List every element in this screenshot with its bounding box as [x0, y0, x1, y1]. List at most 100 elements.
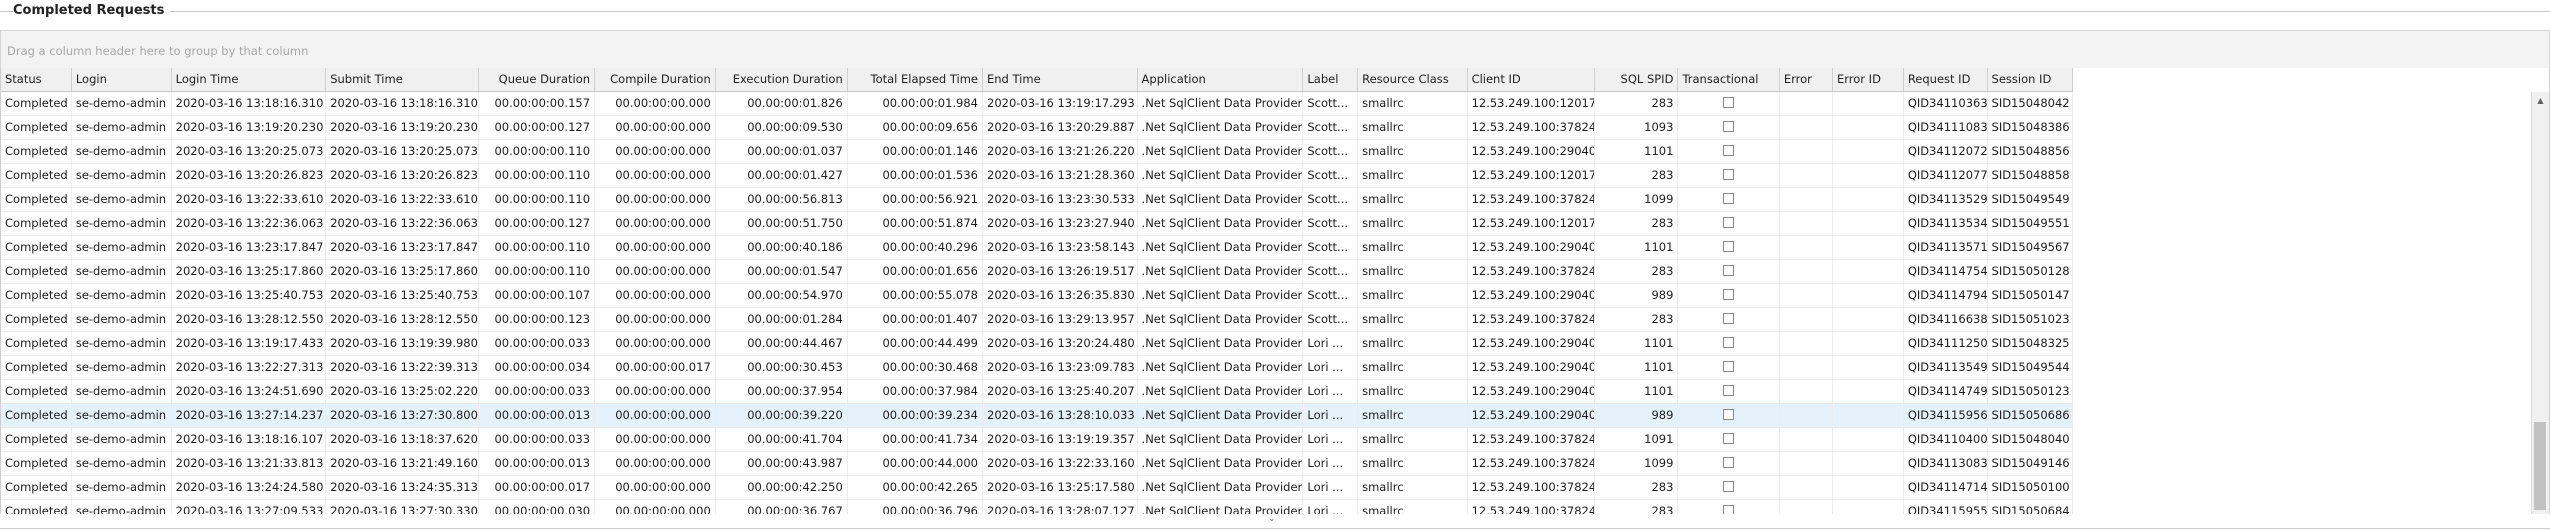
table-row[interactable]: Completed se-demo-admin 2020-03-16 13:22:3…	[1, 188, 2073, 212]
cell-resource-class: smallrc	[1358, 380, 1468, 403]
table-row[interactable]: Completed se-demo-admin 2020-03-16 13:20:2…	[1, 164, 2073, 188]
cell-end-time: 2020-03-16 13:22:33.160	[983, 452, 1138, 475]
column-header-transactional[interactable]: Transactional	[1678, 68, 1780, 91]
cell-login-time: 2020-03-16 13:18:16.310	[172, 92, 327, 115]
cell-queue-duration: 00.00:00:00.013	[479, 404, 596, 427]
cell-status: Completed	[1, 332, 72, 355]
transactional-checkbox[interactable]	[1723, 312, 1735, 324]
cell-error	[1780, 140, 1833, 163]
cell-total-elapsed-time: 00.00:00:41.734	[848, 428, 983, 451]
column-header-label[interactable]: Label	[1303, 68, 1359, 91]
transactional-checkbox[interactable]	[1723, 120, 1735, 132]
cell-login: se-demo-admin	[72, 476, 172, 499]
transactional-checkbox[interactable]	[1723, 480, 1735, 492]
cell-resource-class: smallrc	[1358, 140, 1468, 163]
table-row[interactable]: Completed se-demo-admin 2020-03-16 13:21:3…	[1, 452, 2073, 476]
cell-sql-spid: 1099	[1595, 452, 1679, 475]
cell-transactional	[1678, 332, 1780, 355]
transactional-checkbox[interactable]	[1723, 384, 1735, 396]
column-header-sql-spid[interactable]: SQL SPID	[1595, 68, 1679, 91]
cell-error	[1780, 260, 1833, 283]
column-header-application[interactable]: Application	[1138, 68, 1304, 91]
column-header-error-id[interactable]: Error ID	[1833, 68, 1904, 91]
column-header-login[interactable]: Login	[72, 68, 172, 91]
table-row[interactable]: Completed se-demo-admin 2020-03-16 13:25:1…	[1, 260, 2073, 284]
column-header-queue-duration[interactable]: Queue Duration	[479, 68, 596, 91]
cell-error	[1780, 380, 1833, 403]
completed-requests-grid[interactable]: Status Login Login Time Submit Time Queue Du…	[0, 68, 2550, 529]
table-row[interactable]: Completed se-demo-admin 2020-03-16 13:22:2…	[1, 356, 2073, 380]
chevron-up-icon[interactable]: ▲	[2532, 92, 2549, 109]
cell-submit-time: 2020-03-16 13:25:17.860	[326, 260, 480, 283]
cell-end-time: 2020-03-16 13:19:17.293	[983, 92, 1138, 115]
cell-status: Completed	[1, 308, 72, 331]
transactional-checkbox[interactable]	[1723, 144, 1735, 156]
cell-client-id: 12.53.249.100:37824	[1468, 428, 1595, 451]
column-header-login-time[interactable]: Login Time	[172, 68, 327, 91]
cell-compile-duration: 00.00:00:00.000	[595, 476, 716, 499]
cell-submit-time: 2020-03-16 13:19:39.980	[326, 332, 480, 355]
table-row[interactable]: Completed se-demo-admin 2020-03-16 13:18:1…	[1, 428, 2073, 452]
transactional-checkbox[interactable]	[1723, 240, 1735, 252]
cell-compile-duration: 00.00:00:00.000	[595, 404, 716, 427]
column-header-resource-class[interactable]: Resource Class	[1358, 68, 1468, 91]
column-header-submit-time[interactable]: Submit Time	[326, 68, 480, 91]
vertical-scrollbar[interactable]: ▲ ▼	[2531, 92, 2549, 528]
cell-submit-time: 2020-03-16 13:20:25.073	[326, 140, 480, 163]
transactional-checkbox[interactable]	[1723, 288, 1735, 300]
cell-error	[1780, 428, 1833, 451]
cell-submit-time: 2020-03-16 13:20:26.823	[326, 164, 480, 187]
cell-login-time: 2020-03-16 13:25:40.753	[172, 284, 327, 307]
transactional-checkbox[interactable]	[1723, 168, 1735, 180]
cell-label: Lori ...	[1303, 332, 1359, 355]
cell-resource-class: smallrc	[1358, 308, 1468, 331]
chevron-down-icon[interactable]: ⌄	[1268, 514, 1276, 524]
table-row[interactable]: Completed se-demo-admin 2020-03-16 13:19:2…	[1, 116, 2073, 140]
cell-compile-duration: 00.00:00:00.000	[595, 164, 716, 187]
cell-label: Scott...	[1303, 188, 1359, 211]
cell-label: Lori ...	[1303, 380, 1359, 403]
column-header-session-id[interactable]: Session ID	[1988, 68, 2073, 91]
column-header-status[interactable]: Status	[1, 68, 72, 91]
table-row[interactable]: Completed se-demo-admin 2020-03-16 13:23:1…	[1, 236, 2073, 260]
transactional-checkbox[interactable]	[1723, 96, 1735, 108]
cell-application: .Net SqlClient Data Provider	[1138, 476, 1304, 499]
transactional-checkbox[interactable]	[1723, 456, 1735, 468]
table-row[interactable]: Completed se-demo-admin 2020-03-16 13:27:1…	[1, 404, 2073, 428]
cell-compile-duration: 00.00:00:00.000	[595, 332, 716, 355]
cell-execution-duration: 00.00:00:01.037	[716, 140, 848, 163]
column-header-error[interactable]: Error	[1780, 68, 1833, 91]
transactional-checkbox[interactable]	[1723, 360, 1735, 372]
column-header-total-elapsed-time[interactable]: Total Elapsed Time	[848, 68, 983, 91]
transactional-checkbox[interactable]	[1723, 336, 1735, 348]
column-header-client-id[interactable]: Client ID	[1468, 68, 1595, 91]
table-row[interactable]: Completed se-demo-admin 2020-03-16 13:22:3…	[1, 212, 2073, 236]
column-header-end-time[interactable]: End Time	[983, 68, 1138, 91]
cell-transactional	[1678, 284, 1780, 307]
cell-resource-class: smallrc	[1358, 332, 1468, 355]
table-row[interactable]: Completed se-demo-admin 2020-03-16 13:28:1…	[1, 308, 2073, 332]
column-header-execution-duration[interactable]: Execution Duration	[716, 68, 848, 91]
cell-resource-class: smallrc	[1358, 260, 1468, 283]
transactional-checkbox[interactable]	[1723, 432, 1735, 444]
transactional-checkbox[interactable]	[1723, 264, 1735, 276]
group-by-panel[interactable]: Drag a column header here to group by th…	[0, 30, 2550, 70]
cell-client-id: 12.53.249.100:37824	[1468, 308, 1595, 331]
column-header-compile-duration[interactable]: Compile Duration	[595, 68, 716, 91]
table-row[interactable]: Completed se-demo-admin 2020-03-16 13:24:5…	[1, 380, 2073, 404]
transactional-checkbox[interactable]	[1723, 408, 1735, 420]
table-row[interactable]: Completed se-demo-admin 2020-03-16 13:24:2…	[1, 476, 2073, 500]
cell-transactional	[1678, 164, 1780, 187]
column-header-request-id[interactable]: Request ID	[1904, 68, 1988, 91]
scrollbar-thumb[interactable]	[2534, 422, 2546, 510]
transactional-checkbox[interactable]	[1723, 192, 1735, 204]
cell-login-time: 2020-03-16 13:21:33.813	[172, 452, 327, 475]
table-row[interactable]: Completed se-demo-admin 2020-03-16 13:25:4…	[1, 284, 2073, 308]
cell-total-elapsed-time: 00.00:00:44.000	[848, 452, 983, 475]
transactional-checkbox[interactable]	[1723, 216, 1735, 228]
cell-end-time: 2020-03-16 13:26:19.517	[983, 260, 1138, 283]
table-row[interactable]: Completed se-demo-admin 2020-03-16 13:18:1…	[1, 92, 2073, 116]
table-row[interactable]: Completed se-demo-admin 2020-03-16 13:20:2…	[1, 140, 2073, 164]
table-row[interactable]: Completed se-demo-admin 2020-03-16 13:19:1…	[1, 332, 2073, 356]
cell-sql-spid: 283	[1595, 212, 1679, 235]
